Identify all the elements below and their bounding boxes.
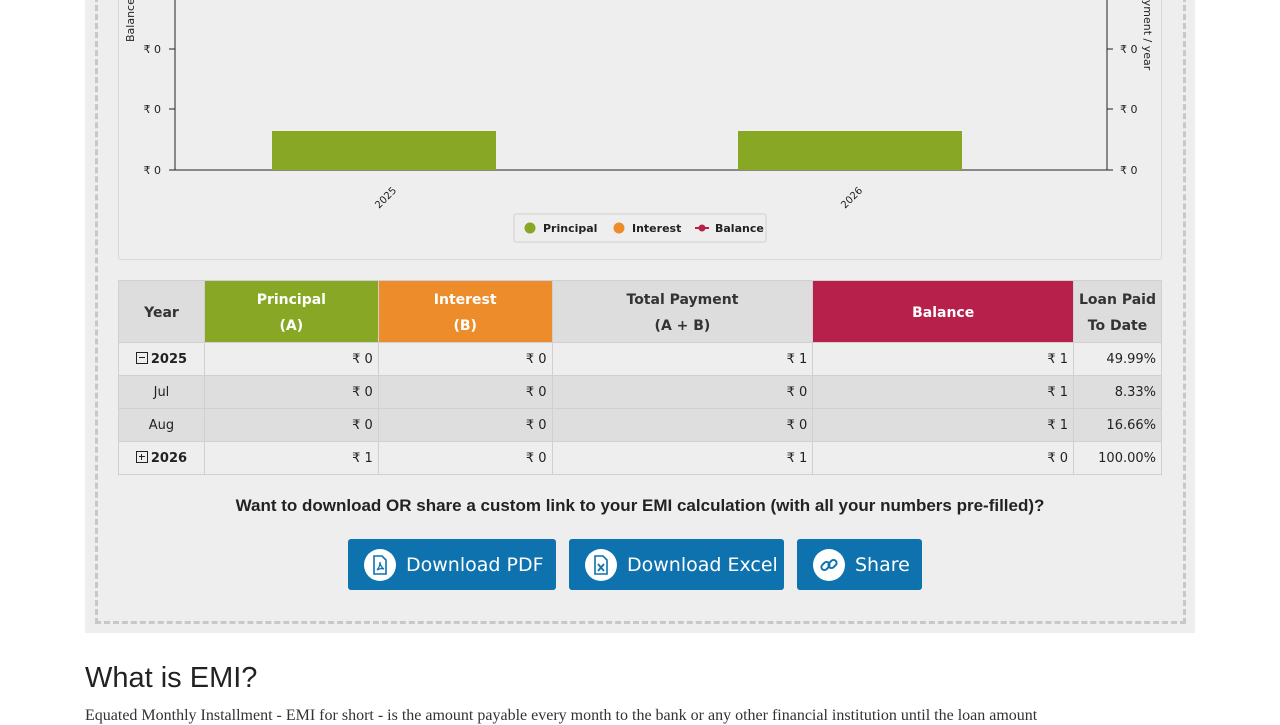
paid-cell: 8.33%: [1073, 375, 1162, 409]
month-cell: Jul: [118, 375, 205, 409]
section-paragraph: Equated Monthly Installment - EMI for sh…: [85, 707, 1038, 724]
legend-label-balance: Balance: [715, 222, 764, 235]
chart-container: ₹ 0 ₹ 0 ₹ 0 ₹ 0 ₹ 0 ₹ 0 Balance ayment / year 20…: [118, 0, 1162, 260]
year-cell[interactable]: 2025: [118, 342, 205, 376]
interest-cell: ₹ 0: [377, 375, 553, 409]
legend-label-principal: Principal: [543, 222, 597, 235]
bar-principal: [272, 131, 496, 170]
excel-file-icon: [585, 548, 617, 581]
left-tick-label: ₹ 0: [144, 164, 162, 177]
download-pdf-button[interactable]: Download PDF: [348, 539, 556, 590]
year-cell[interactable]: 2026: [118, 441, 205, 475]
principal-cell: ₹ 0: [203, 375, 379, 409]
x-tick-label: 2025: [373, 185, 399, 211]
right-tick-label: ₹ 0: [1120, 164, 1138, 177]
principal-cell: ₹ 0: [203, 342, 379, 376]
total-cell: ₹ 0: [551, 375, 814, 409]
left-tick-label: ₹ 0: [144, 103, 162, 116]
paid-cell: 100.00%: [1073, 441, 1162, 475]
interest-cell: ₹ 0: [377, 408, 553, 442]
share-label: Share: [855, 553, 910, 576]
table-row-2025[interactable]: 2025 ₹ 0 ₹ 0 ₹ 1 ₹ 1 49.99%: [118, 342, 1162, 376]
pdf-file-icon: [364, 548, 396, 581]
share-button[interactable]: Share: [797, 539, 922, 590]
legend-label-interest: Interest: [632, 222, 681, 235]
table-row-2026[interactable]: 2026 ₹ 1 ₹ 0 ₹ 1 ₹ 0 100.00%: [118, 441, 1162, 475]
paid-cell: 16.66%: [1073, 408, 1162, 442]
download-excel-label: Download Excel: [627, 553, 778, 576]
download-pdf-label: Download PDF: [406, 553, 544, 576]
principal-cell: ₹ 0: [203, 408, 379, 442]
paid-cell: 49.99%: [1073, 342, 1162, 376]
left-axis-title: Balance: [124, 0, 137, 42]
bar-principal: [738, 131, 962, 170]
table-row-jul: Jul ₹ 0 ₹ 0 ₹ 0 ₹ 1 8.33%: [118, 375, 1162, 409]
right-tick-label: ₹ 0: [1120, 103, 1138, 116]
x-tick-label: 2026: [839, 185, 865, 211]
total-cell: ₹ 1: [551, 441, 814, 475]
legend-marker-principal: [524, 222, 536, 234]
balance-cell: ₹ 0: [812, 441, 1074, 475]
balance-cell: ₹ 1: [812, 408, 1074, 442]
header-loan-paid: Loan Paid To Date: [1073, 280, 1162, 343]
header-year: Year: [118, 280, 205, 343]
interest-cell: ₹ 0: [377, 441, 553, 475]
right-axis-title: ayment / year: [1141, 0, 1154, 71]
table-row-aug: Aug ₹ 0 ₹ 0 ₹ 0 ₹ 1 16.66%: [118, 408, 1162, 442]
section-heading: What is EMI?: [85, 662, 258, 694]
chart: ₹ 0 ₹ 0 ₹ 0 ₹ 0 ₹ 0 ₹ 0 Balance ayment / year 20…: [124, 0, 1154, 243]
right-tick-label: ₹ 0: [1120, 43, 1138, 56]
legend-marker-interest: [613, 222, 625, 234]
download-share-prompt: Want to download OR share a custom link …: [235, 496, 1045, 515]
principal-cell: ₹ 1: [203, 441, 379, 475]
balance-cell: ₹ 1: [812, 342, 1074, 376]
payment-schedule-table: Year Principal (A) Interest (B) Total Paym…: [118, 280, 1162, 475]
link-icon: [813, 548, 845, 581]
total-cell: ₹ 0: [551, 408, 814, 442]
header-interest: Interest (B): [377, 280, 553, 343]
header-principal: Principal (A): [203, 280, 379, 343]
interest-cell: ₹ 0: [377, 342, 553, 376]
expand-icon[interactable]: [135, 450, 148, 463]
collapse-icon[interactable]: [135, 351, 148, 364]
balance-cell: ₹ 1: [812, 375, 1074, 409]
left-tick-label: ₹ 0: [144, 43, 162, 56]
header-total-payment: Total Payment (A + B): [551, 280, 814, 343]
month-cell: Aug: [118, 408, 205, 442]
total-cell: ₹ 1: [551, 342, 814, 376]
header-balance: Balance: [812, 280, 1074, 343]
download-excel-button[interactable]: Download Excel: [569, 539, 784, 590]
legend-marker-balance: [698, 224, 706, 232]
